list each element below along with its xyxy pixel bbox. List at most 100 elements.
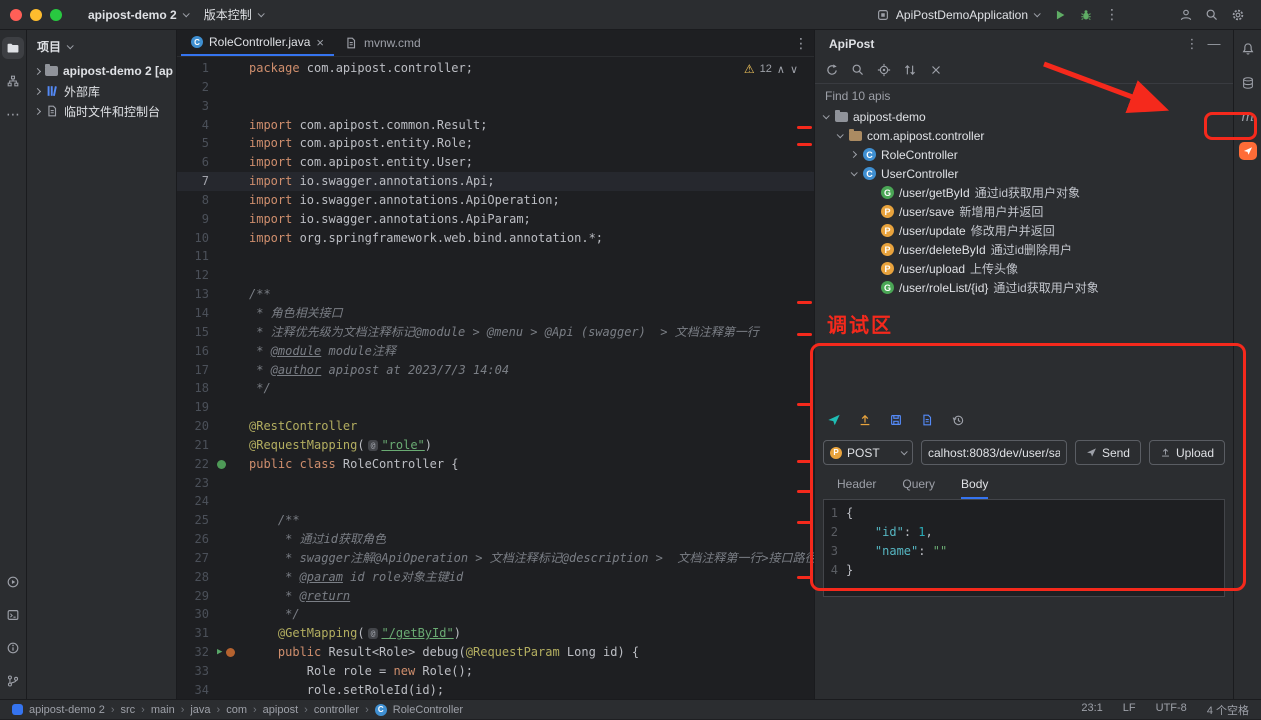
- project-tree-scratches[interactable]: 临时文件和控制台: [27, 101, 176, 121]
- file-encoding[interactable]: UTF-8: [1156, 702, 1187, 718]
- more-actions-button[interactable]: ⋮: [1099, 3, 1125, 27]
- code-line-34[interactable]: 34 role.setRoleId(id);: [177, 681, 814, 699]
- code-line-30[interactable]: 30 */: [177, 605, 814, 624]
- save-icon[interactable]: [889, 413, 903, 427]
- method-select[interactable]: P POST: [823, 440, 913, 465]
- code-line-7[interactable]: 7import io.swagger.annotations.Api;: [177, 172, 814, 191]
- code-line-18[interactable]: 18 */: [177, 379, 814, 398]
- code-line-22[interactable]: 22public class RoleController {: [177, 455, 814, 474]
- code-line-26[interactable]: 26 * 通过id获取角色: [177, 530, 814, 549]
- indent-setting[interactable]: 4 个空格: [1207, 702, 1249, 718]
- breadcrumb-item[interactable]: RoleController: [393, 704, 463, 716]
- code-editor[interactable]: 1package com.apipost.controller;234impor…: [177, 57, 814, 699]
- vcs-widget[interactable]: 版本控制: [196, 3, 271, 26]
- minimize-window-button[interactable]: [30, 9, 42, 21]
- terminal-toolwindow-button[interactable]: [2, 604, 24, 626]
- upload-icon[interactable]: [858, 413, 872, 427]
- tab-query[interactable]: Query: [902, 477, 935, 499]
- send-button[interactable]: Send: [1075, 440, 1141, 465]
- project-tree-root[interactable]: apipost-demo 2 [ap: [27, 61, 176, 81]
- code-line-1[interactable]: 1package com.apipost.controller;: [177, 59, 814, 78]
- run-button[interactable]: [1047, 3, 1073, 27]
- chevron-down-icon[interactable]: [837, 131, 844, 138]
- doc-icon[interactable]: [920, 413, 934, 427]
- structure-toolwindow-button[interactable]: [2, 70, 24, 92]
- code-line-24[interactable]: 24: [177, 492, 814, 511]
- code-line-2[interactable]: 2: [177, 78, 814, 97]
- chevron-right-icon[interactable]: [850, 151, 857, 158]
- editor-tab-rolecontroller[interactable]: C RoleController.java ×: [181, 30, 334, 56]
- refresh-icon[interactable]: [825, 63, 839, 77]
- next-problem-icon[interactable]: ∨: [790, 63, 798, 76]
- api-tree-item[interactable]: CUserController: [815, 164, 1233, 183]
- code-line-10[interactable]: 10import org.springframework.web.bind.an…: [177, 229, 814, 248]
- body-line-2[interactable]: 2 "id": 1,: [824, 523, 1224, 542]
- api-tree-item[interactable]: P/user/update修改用户并返回: [815, 221, 1233, 240]
- debug-button[interactable]: [1073, 3, 1099, 27]
- body-line-4[interactable]: 4}: [824, 561, 1224, 580]
- code-line-19[interactable]: 19: [177, 398, 814, 417]
- tab-body[interactable]: Body: [961, 477, 988, 499]
- api-tree-item[interactable]: apipost-demo: [815, 107, 1233, 126]
- body-editor[interactable]: 1{2 "id": 1,3 "name": ""4}: [823, 499, 1225, 597]
- code-line-23[interactable]: 23: [177, 474, 814, 493]
- code-line-8[interactable]: 8import io.swagger.annotations.ApiOperat…: [177, 191, 814, 210]
- breadcrumb-item[interactable]: src: [121, 704, 136, 716]
- breadcrumb-item[interactable]: com: [226, 704, 247, 716]
- user-account-button[interactable]: [1173, 3, 1199, 27]
- apipost-toolwindow-button[interactable]: [1237, 140, 1259, 162]
- code-line-32[interactable]: 32▶ public Result<Role> debug(@RequestPa…: [177, 643, 814, 662]
- code-line-15[interactable]: 15 * 注释优先级为文档注释标记@module > @menu > @Api …: [177, 323, 814, 342]
- database-toolwindow-button[interactable]: [1237, 72, 1259, 94]
- code-line-13[interactable]: 13/**: [177, 285, 814, 304]
- caret-position[interactable]: 23:1: [1081, 702, 1102, 718]
- send-plane-icon[interactable]: [827, 413, 841, 427]
- prev-problem-icon[interactable]: ∧: [777, 63, 785, 76]
- breadcrumb-item[interactable]: apipost-demo 2: [29, 704, 105, 716]
- search-everywhere-button[interactable]: [1199, 3, 1225, 27]
- breadcrumb-item[interactable]: main: [151, 704, 175, 716]
- chevron-right-icon[interactable]: [34, 107, 41, 114]
- hide-panel-icon[interactable]: —: [1203, 36, 1225, 51]
- project-panel-header[interactable]: 项目: [27, 30, 176, 61]
- body-line-1[interactable]: 1{: [824, 504, 1224, 523]
- code-line-29[interactable]: 29 * @return: [177, 587, 814, 606]
- code-line-5[interactable]: 5import com.apipost.entity.Role;: [177, 134, 814, 153]
- code-line-28[interactable]: 28 * @param id role对象主键id: [177, 568, 814, 587]
- project-tree-external-libraries[interactable]: 外部库: [27, 81, 176, 101]
- chevron-right-icon[interactable]: [34, 87, 41, 94]
- git-toolwindow-button[interactable]: [2, 670, 24, 692]
- code-line-27[interactable]: 27 * swagger注解@ApiOperation > 文档注释标记@des…: [177, 549, 814, 568]
- close-window-button[interactable]: [10, 9, 22, 21]
- api-tree-item[interactable]: P/user/save新增用户并返回: [815, 202, 1233, 221]
- problems-toolwindow-button[interactable]: [2, 637, 24, 659]
- maven-toolwindow-button[interactable]: m: [1237, 106, 1259, 128]
- code-line-9[interactable]: 9import io.swagger.annotations.ApiParam;: [177, 210, 814, 229]
- code-line-14[interactable]: 14 * 角色相关接口: [177, 304, 814, 323]
- code-line-33[interactable]: 33 Role role = new Role();: [177, 662, 814, 681]
- run-method-icon[interactable]: ▶: [217, 643, 222, 662]
- api-tree-item[interactable]: CRoleController: [815, 145, 1233, 164]
- code-line-6[interactable]: 6import com.apipost.entity.User;: [177, 153, 814, 172]
- code-line-4[interactable]: 4import com.apipost.common.Result;: [177, 116, 814, 135]
- api-tree-item[interactable]: G/user/getById通过id获取用户对象: [815, 183, 1233, 202]
- line-separator[interactable]: LF: [1123, 702, 1136, 718]
- more-toolwindows-button[interactable]: ⋯: [2, 103, 24, 125]
- code-line-20[interactable]: 20@RestController: [177, 417, 814, 436]
- api-tree-item[interactable]: P/user/upload上传头像: [815, 259, 1233, 278]
- locate-icon[interactable]: [877, 63, 891, 77]
- api-tree-item[interactable]: G/user/roleList/{id}通过id获取用户对象: [815, 278, 1233, 297]
- tab-header[interactable]: Header: [837, 477, 876, 499]
- code-line-21[interactable]: 21@RequestMapping(@"role"): [177, 436, 814, 455]
- zoom-window-button[interactable]: [50, 9, 62, 21]
- code-line-11[interactable]: 11: [177, 247, 814, 266]
- api-marker-icon[interactable]: [226, 648, 235, 657]
- expand-collapse-icon[interactable]: [903, 63, 917, 77]
- code-line-31[interactable]: 31 @GetMapping(@"/getById"): [177, 624, 814, 643]
- chevron-right-icon[interactable]: [34, 67, 41, 74]
- chevron-down-icon[interactable]: [823, 112, 830, 119]
- breadcrumb-item[interactable]: java: [190, 704, 210, 716]
- run-config-selector[interactable]: ApiPostDemoApplication: [868, 5, 1047, 25]
- code-line-3[interactable]: 3: [177, 97, 814, 116]
- body-line-3[interactable]: 3 "name": "": [824, 542, 1224, 561]
